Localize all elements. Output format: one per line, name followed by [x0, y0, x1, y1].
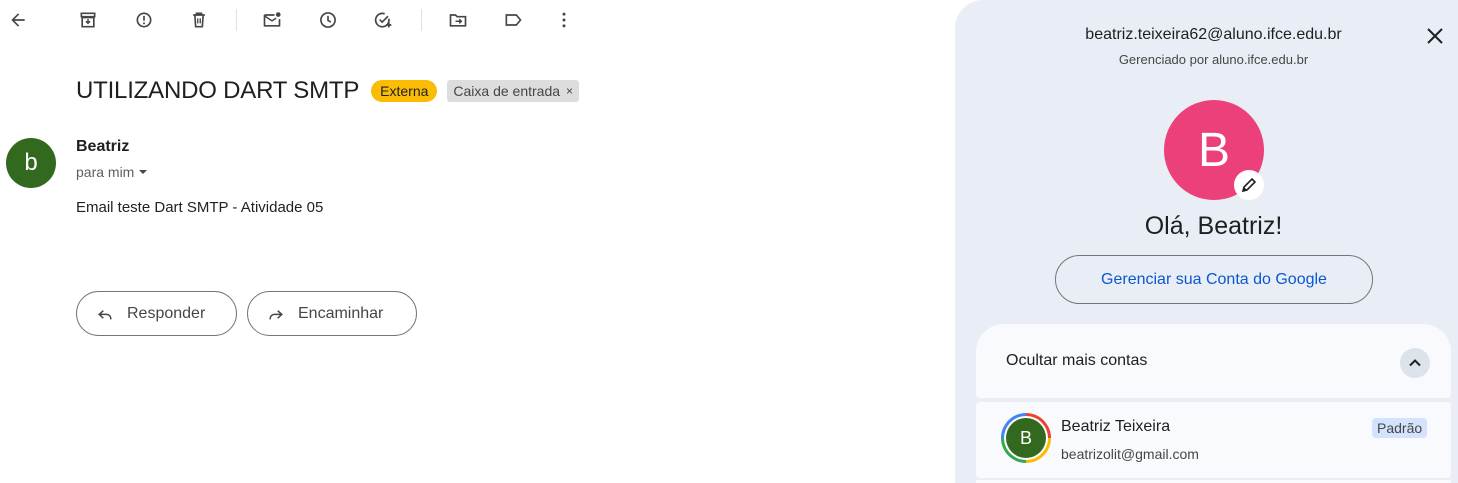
managed-by-text: Gerenciado por aluno.ifce.edu.br	[1118, 52, 1309, 67]
mark-unread-button[interactable]	[258, 6, 286, 34]
remove-label-icon[interactable]: ×	[566, 84, 573, 98]
archive-button[interactable]	[74, 6, 102, 34]
pencil-icon	[1241, 177, 1257, 193]
recipient-details-toggle[interactable]: para mim	[76, 164, 148, 180]
reply-label: Responder	[127, 304, 206, 322]
more-accounts-toggle[interactable]: Ocultar mais contas	[976, 324, 1451, 398]
caret-down-icon	[139, 170, 148, 174]
close-panel-button[interactable]	[1421, 22, 1449, 50]
more-accounts-label: Ocultar mais contas	[1006, 352, 1148, 369]
reply-icon	[98, 309, 112, 319]
chevron-up-icon	[1400, 348, 1430, 378]
toolbar-divider	[421, 9, 422, 31]
mark-unread-icon	[263, 12, 281, 27]
report-spam-icon	[136, 12, 152, 28]
add-task-button[interactable]	[369, 6, 397, 34]
edit-photo-button[interactable]	[1234, 170, 1264, 200]
email-subject: UTILIZANDO DART SMTP	[76, 77, 360, 104]
add-task-icon	[374, 12, 392, 28]
account-list-email: beatrizolit@gmail.com	[1061, 446, 1199, 462]
inbox-label-chip[interactable]: Caixa de entrada ×	[447, 80, 580, 102]
report-spam-button[interactable]	[130, 6, 158, 34]
delete-button[interactable]	[185, 6, 213, 34]
back-button[interactable]	[4, 6, 32, 34]
forward-icon	[269, 309, 283, 319]
move-to-icon	[449, 14, 467, 27]
account-list-name: Beatriz Teixeira	[1061, 418, 1171, 435]
email-subject-row: UTILIZANDO DART SMTP Externa Caixa de en…	[76, 77, 580, 105]
more-vert-icon	[562, 12, 566, 28]
email-toolbar	[0, 0, 600, 40]
account-list-item[interactable]: B Beatriz Teixeira beatrizolit@gmail.com…	[976, 402, 1451, 478]
manage-account-button[interactable]: Gerenciar sua Conta do Google	[1055, 255, 1373, 304]
snooze-icon	[320, 12, 336, 28]
email-body: Email teste Dart SMTP - Atividade 05	[76, 199, 324, 216]
greeting-text: Olá, Beatriz!	[1144, 212, 1283, 240]
sender-name[interactable]: Beatriz	[76, 138, 129, 156]
account-avatar-ring: B	[1001, 413, 1051, 463]
forward-button[interactable]: Encaminhar	[247, 291, 417, 336]
account-panel: beatriz.teixeira62@aluno.ifce.edu.br Ger…	[955, 0, 1458, 483]
label-button[interactable]	[499, 6, 527, 34]
external-label-badge: Externa	[371, 80, 438, 102]
close-icon	[1427, 28, 1443, 44]
sender-avatar[interactable]: b	[6, 138, 56, 188]
reply-button[interactable]: Responder	[76, 291, 237, 336]
account-list-avatar: B	[1006, 418, 1046, 458]
default-badge: Padrão	[1372, 418, 1428, 438]
more-options-button[interactable]	[550, 6, 578, 34]
delete-icon	[193, 12, 205, 28]
inbox-label-text: Caixa de entrada	[453, 83, 561, 99]
snooze-button[interactable]	[314, 6, 342, 34]
account-email: beatriz.teixeira62@aluno.ifce.edu.br	[1085, 26, 1342, 43]
move-to-button[interactable]	[444, 6, 472, 34]
account-avatar-frame: B	[1004, 416, 1048, 460]
archive-icon	[80, 12, 96, 28]
recipient-text: para mim	[76, 164, 135, 180]
toolbar-divider	[236, 9, 237, 31]
label-icon	[505, 14, 522, 26]
back-icon	[11, 13, 25, 27]
forward-label: Encaminhar	[298, 304, 384, 322]
